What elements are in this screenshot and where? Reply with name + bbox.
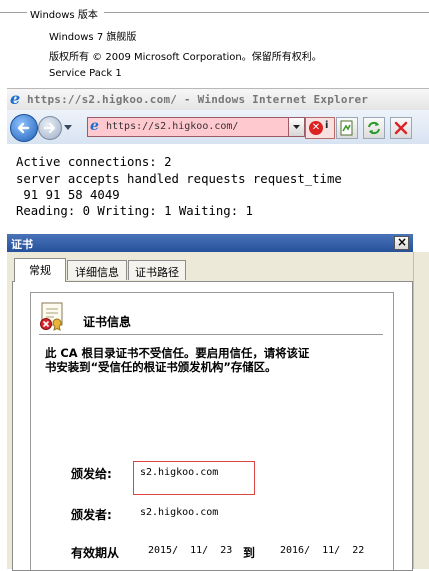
address-input[interactable] bbox=[106, 119, 282, 134]
compatibility-view-icon bbox=[340, 120, 353, 136]
ie-page-icon: e bbox=[90, 118, 99, 134]
valid-to-date: 2016/ 11/ 22 bbox=[280, 545, 365, 556]
winver-title: Windows 版本 bbox=[30, 10, 98, 21]
forward-arrow-icon bbox=[43, 122, 56, 134]
browser-title: https://s2.higkoo.com/ - Windows Interne… bbox=[27, 93, 369, 106]
tab-cert-path[interactable]: 证书路径 bbox=[128, 260, 186, 280]
back-button[interactable] bbox=[10, 114, 38, 142]
forward-button[interactable] bbox=[38, 116, 62, 140]
page-content: Active connections: 2 server accepts han… bbox=[7, 144, 429, 234]
compatibility-view-button[interactable] bbox=[336, 117, 358, 139]
cert-error-label: i bbox=[325, 120, 329, 131]
background-strip bbox=[413, 234, 429, 252]
valid-to-label: 到 bbox=[243, 546, 256, 560]
tab-general-label: 常规 bbox=[29, 264, 51, 277]
window-edge bbox=[413, 252, 429, 569]
browser-nav-bar: e ✕ i bbox=[7, 110, 429, 145]
certificate-info-header: 证书信息 bbox=[83, 315, 132, 329]
address-dropdown-button[interactable] bbox=[288, 118, 304, 136]
issued-to-value: s2.higkoo.com bbox=[140, 467, 219, 478]
divider bbox=[104, 12, 429, 13]
winver-service-pack: Service Pack 1 bbox=[49, 68, 122, 79]
status-line-connections: Active connections: 2 bbox=[16, 155, 172, 169]
back-arrow-icon bbox=[17, 122, 30, 134]
close-icon: × bbox=[397, 235, 408, 249]
dropdown-arrow-icon[interactable] bbox=[63, 124, 73, 132]
stop-icon bbox=[394, 121, 408, 135]
browser-title-bar[interactable]: e https://s2.higkoo.com/ - Windows Inter… bbox=[7, 88, 429, 111]
tab-details[interactable]: 详细信息 bbox=[67, 260, 127, 280]
valid-from-label: 有效期从 bbox=[71, 546, 120, 560]
refresh-button[interactable] bbox=[363, 117, 385, 139]
stop-button[interactable] bbox=[390, 117, 412, 139]
winver-copyright: 版权所有 © 2009 Microsoft Corporation。保留所有权利… bbox=[49, 52, 322, 63]
tab-general[interactable]: 常规 bbox=[14, 258, 66, 282]
status-line-counts: 91 91 58 4049 bbox=[16, 188, 120, 202]
status-line-activity: Reading: 0 Writing: 1 Waiting: 1 bbox=[16, 204, 253, 218]
ie-logo-icon: e bbox=[10, 89, 21, 108]
cert-error-icon: ✕ bbox=[309, 121, 323, 135]
winver-panel: Windows 版本 Windows 7 旗舰版 版权所有 © 2009 Mic… bbox=[0, 0, 429, 86]
divider bbox=[39, 334, 383, 335]
dropdown-arrow-icon bbox=[293, 125, 300, 129]
certificate-error-button[interactable]: ✕ i bbox=[305, 117, 335, 139]
refresh-icon bbox=[368, 121, 380, 135]
certificate-dialog-title: 证书 bbox=[11, 238, 33, 251]
issued-by-label: 颁发者: bbox=[71, 508, 112, 522]
certificate-dialog-title-bar[interactable]: 证书 bbox=[7, 234, 413, 252]
divider bbox=[0, 12, 27, 13]
certificate-info-box: 证书信息 此 CA 根目录证书不受信任。要启用信任，请将该证 书安装到“受信任的… bbox=[30, 292, 394, 570]
trust-warning-line-2: 书安装到“受信任的根证书颁发机构”存储区。 bbox=[45, 360, 277, 374]
tab-details-label: 详细信息 bbox=[75, 266, 119, 279]
issued-by-value: s2.higkoo.com bbox=[140, 507, 219, 518]
tab-cert-path-label: 证书路径 bbox=[135, 266, 179, 279]
issued-to-label: 颁发给: bbox=[71, 467, 112, 481]
valid-from-date: 2015/ 11/ 23 bbox=[148, 545, 233, 556]
close-button[interactable]: × bbox=[394, 235, 409, 250]
winver-edition: Windows 7 旗舰版 bbox=[49, 32, 137, 43]
address-bar[interactable]: e bbox=[87, 117, 305, 137]
status-line-header: server accepts handled requests request_… bbox=[16, 172, 342, 186]
certificate-error-icon bbox=[40, 302, 63, 331]
